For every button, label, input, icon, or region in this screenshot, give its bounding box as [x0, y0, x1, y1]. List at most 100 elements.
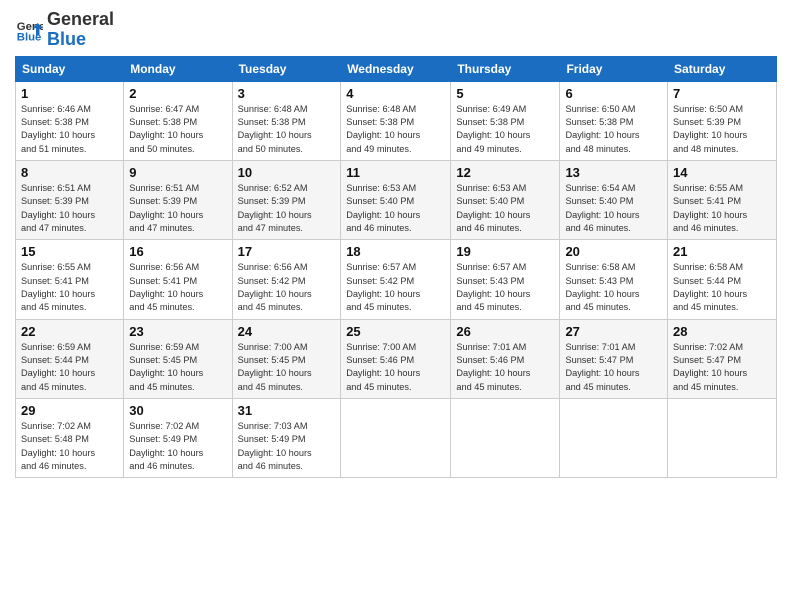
- calendar-cell: 6Sunrise: 6:50 AMSunset: 5:38 PMDaylight…: [560, 81, 668, 160]
- day-info: Sunrise: 7:02 AMSunset: 5:49 PMDaylight:…: [129, 420, 226, 473]
- calendar-cell: 14 Sunrise: 6:55 AMSunset: 5:41 PMDayligh…: [668, 160, 777, 239]
- day-number: 31: [238, 403, 336, 418]
- day-info: Sunrise: 6:53 AMSunset: 5:40 PMDaylight:…: [346, 182, 445, 235]
- day-number: 14: [673, 165, 771, 180]
- day-info: Sunrise: 7:02 AMSunset: 5:48 PMDaylight:…: [21, 420, 118, 473]
- calendar-cell: 29Sunrise: 7:02 AMSunset: 5:48 PMDayligh…: [16, 399, 124, 478]
- calendar-cell: 1 Sunrise: 6:46 AMSunset: 5:38 PMDaylight…: [16, 81, 124, 160]
- calendar-cell: [668, 399, 777, 478]
- day-number: 28: [673, 324, 771, 339]
- calendar-cell: [451, 399, 560, 478]
- day-info: Sunrise: 6:56 AMSunset: 5:42 PMDaylight:…: [238, 261, 336, 314]
- logo-text: GeneralBlue: [47, 10, 114, 50]
- calendar-cell: 2 Sunrise: 6:47 AMSunset: 5:38 PMDaylight…: [124, 81, 232, 160]
- logo-icon: General Blue: [15, 16, 43, 44]
- calendar-cell: 28Sunrise: 7:02 AMSunset: 5:47 PMDayligh…: [668, 319, 777, 398]
- calendar-cell: 19 Sunrise: 6:57 AMSunset: 5:43 PMDayligh…: [451, 240, 560, 319]
- calendar-cell: [560, 399, 668, 478]
- calendar-cell: 20 Sunrise: 6:58 AMSunset: 5:43 PMDayligh…: [560, 240, 668, 319]
- day-number: 26: [456, 324, 554, 339]
- day-number: 12: [456, 165, 554, 180]
- day-number: 4: [346, 86, 445, 101]
- day-info: Sunrise: 6:58 AMSunset: 5:43 PMDaylight:…: [565, 261, 662, 314]
- day-number: 20: [565, 244, 662, 259]
- day-of-week-header: Friday: [560, 56, 668, 81]
- calendar-cell: 27 Sunrise: 7:01 AMSunset: 5:47 PMDayligh…: [560, 319, 668, 398]
- day-info: Sunrise: 6:55 AMSunset: 5:41 PMDaylight:…: [21, 261, 118, 314]
- calendar-week-row: 15 Sunrise: 6:55 AMSunset: 5:41 PMDayligh…: [16, 240, 777, 319]
- day-info: Sunrise: 6:57 AMSunset: 5:43 PMDaylight:…: [456, 261, 554, 314]
- logo: General Blue GeneralBlue: [15, 10, 114, 50]
- calendar-week-row: 1 Sunrise: 6:46 AMSunset: 5:38 PMDaylight…: [16, 81, 777, 160]
- calendar-table: SundayMondayTuesdayWednesdayThursdayFrid…: [15, 56, 777, 479]
- day-info: Sunrise: 6:51 AMSunset: 5:39 PMDaylight:…: [129, 182, 226, 235]
- day-number: 9: [129, 165, 226, 180]
- day-number: 10: [238, 165, 336, 180]
- calendar-cell: 24Sunrise: 7:00 AMSunset: 5:45 PMDayligh…: [232, 319, 341, 398]
- day-info: Sunrise: 6:48 AMSunset: 5:38 PMDaylight:…: [346, 103, 445, 156]
- calendar-cell: 7 Sunrise: 6:50 AMSunset: 5:39 PMDaylight…: [668, 81, 777, 160]
- calendar-cell: 18 Sunrise: 6:57 AMSunset: 5:42 PMDayligh…: [341, 240, 451, 319]
- calendar-cell: 15 Sunrise: 6:55 AMSunset: 5:41 PMDayligh…: [16, 240, 124, 319]
- calendar-cell: 12Sunrise: 6:53 AMSunset: 5:40 PMDayligh…: [451, 160, 560, 239]
- day-info: Sunrise: 6:46 AMSunset: 5:38 PMDaylight:…: [21, 103, 118, 156]
- day-info: Sunrise: 6:59 AMSunset: 5:45 PMDaylight:…: [129, 341, 226, 394]
- day-number: 30: [129, 403, 226, 418]
- day-number: 22: [21, 324, 118, 339]
- calendar-week-row: 29Sunrise: 7:02 AMSunset: 5:48 PMDayligh…: [16, 399, 777, 478]
- page-container: General Blue GeneralBlue SundayMondayTue…: [0, 0, 792, 488]
- day-info: Sunrise: 6:50 AMSunset: 5:39 PMDaylight:…: [673, 103, 771, 156]
- day-info: Sunrise: 7:00 AMSunset: 5:45 PMDaylight:…: [238, 341, 336, 394]
- day-number: 8: [21, 165, 118, 180]
- calendar-body: 1 Sunrise: 6:46 AMSunset: 5:38 PMDaylight…: [16, 81, 777, 478]
- calendar-cell: 16Sunrise: 6:56 AMSunset: 5:41 PMDayligh…: [124, 240, 232, 319]
- day-of-week-header: Monday: [124, 56, 232, 81]
- day-number: 25: [346, 324, 445, 339]
- calendar-week-row: 8 Sunrise: 6:51 AMSunset: 5:39 PMDaylight…: [16, 160, 777, 239]
- day-info: Sunrise: 7:03 AMSunset: 5:49 PMDaylight:…: [238, 420, 336, 473]
- day-of-week-header: Sunday: [16, 56, 124, 81]
- day-number: 3: [238, 86, 336, 101]
- calendar-cell: 25 Sunrise: 7:00 AMSunset: 5:46 PMDayligh…: [341, 319, 451, 398]
- day-number: 19: [456, 244, 554, 259]
- day-number: 2: [129, 86, 226, 101]
- day-number: 1: [21, 86, 118, 101]
- day-number: 13: [565, 165, 662, 180]
- day-info: Sunrise: 6:49 AMSunset: 5:38 PMDaylight:…: [456, 103, 554, 156]
- day-info: Sunrise: 6:55 AMSunset: 5:41 PMDaylight:…: [673, 182, 771, 235]
- calendar-cell: 9 Sunrise: 6:51 AMSunset: 5:39 PMDaylight…: [124, 160, 232, 239]
- calendar-header-row: SundayMondayTuesdayWednesdayThursdayFrid…: [16, 56, 777, 81]
- day-number: 27: [565, 324, 662, 339]
- day-info: Sunrise: 6:52 AMSunset: 5:39 PMDaylight:…: [238, 182, 336, 235]
- day-info: Sunrise: 6:57 AMSunset: 5:42 PMDaylight:…: [346, 261, 445, 314]
- header: General Blue GeneralBlue: [15, 10, 777, 50]
- day-info: Sunrise: 6:58 AMSunset: 5:44 PMDaylight:…: [673, 261, 771, 314]
- day-of-week-header: Thursday: [451, 56, 560, 81]
- calendar-cell: 8 Sunrise: 6:51 AMSunset: 5:39 PMDaylight…: [16, 160, 124, 239]
- calendar-cell: 3 Sunrise: 6:48 AMSunset: 5:38 PMDaylight…: [232, 81, 341, 160]
- day-info: Sunrise: 7:01 AMSunset: 5:47 PMDaylight:…: [565, 341, 662, 394]
- day-of-week-header: Wednesday: [341, 56, 451, 81]
- calendar-cell: 17 Sunrise: 6:56 AMSunset: 5:42 PMDayligh…: [232, 240, 341, 319]
- day-number: 15: [21, 244, 118, 259]
- day-number: 21: [673, 244, 771, 259]
- day-number: 23: [129, 324, 226, 339]
- day-info: Sunrise: 6:54 AMSunset: 5:40 PMDaylight:…: [565, 182, 662, 235]
- day-number: 7: [673, 86, 771, 101]
- calendar-cell: 13 Sunrise: 6:54 AMSunset: 5:40 PMDayligh…: [560, 160, 668, 239]
- calendar-cell: 21 Sunrise: 6:58 AMSunset: 5:44 PMDayligh…: [668, 240, 777, 319]
- day-number: 11: [346, 165, 445, 180]
- day-number: 17: [238, 244, 336, 259]
- calendar-cell: 11 Sunrise: 6:53 AMSunset: 5:40 PMDayligh…: [341, 160, 451, 239]
- day-number: 5: [456, 86, 554, 101]
- day-info: Sunrise: 6:56 AMSunset: 5:41 PMDaylight:…: [129, 261, 226, 314]
- day-info: Sunrise: 6:50 AMSunset: 5:38 PMDaylight:…: [565, 103, 662, 156]
- day-of-week-header: Saturday: [668, 56, 777, 81]
- day-info: Sunrise: 6:51 AMSunset: 5:39 PMDaylight:…: [21, 182, 118, 235]
- day-info: Sunrise: 6:48 AMSunset: 5:38 PMDaylight:…: [238, 103, 336, 156]
- day-info: Sunrise: 6:59 AMSunset: 5:44 PMDaylight:…: [21, 341, 118, 394]
- day-info: Sunrise: 6:47 AMSunset: 5:38 PMDaylight:…: [129, 103, 226, 156]
- day-number: 18: [346, 244, 445, 259]
- calendar-cell: 31 Sunrise: 7:03 AMSunset: 5:49 PMDayligh…: [232, 399, 341, 478]
- day-info: Sunrise: 7:00 AMSunset: 5:46 PMDaylight:…: [346, 341, 445, 394]
